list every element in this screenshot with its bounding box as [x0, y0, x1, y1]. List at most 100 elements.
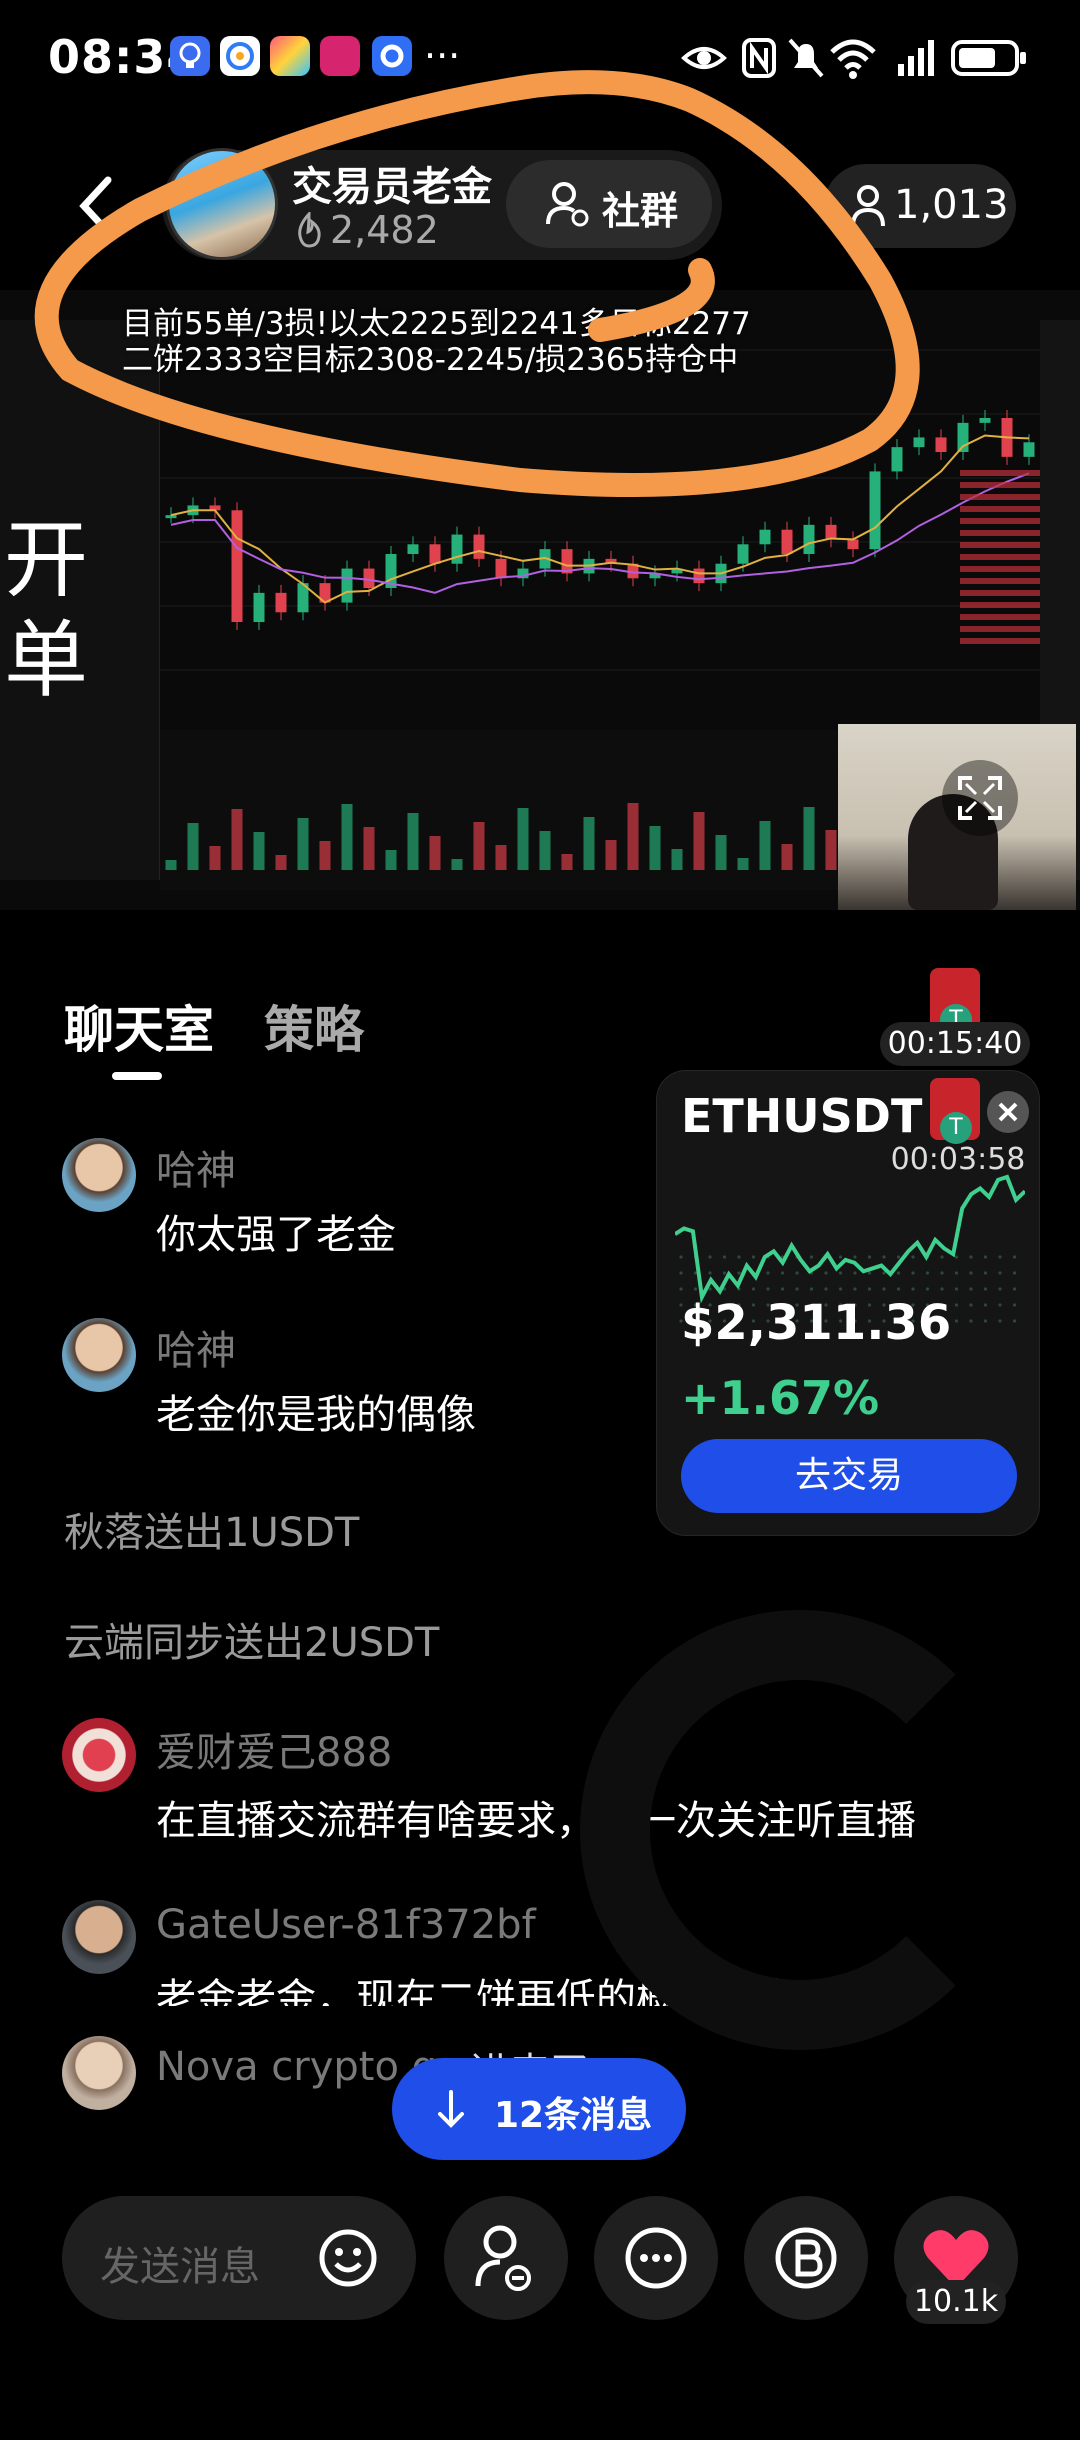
sparkline-dot: [708, 1271, 712, 1275]
sparkline-dot: [969, 1303, 973, 1307]
sparkline-dot: [1012, 1255, 1017, 1259]
volume-bar: [495, 845, 507, 870]
message-input[interactable]: 发送消息: [62, 2196, 416, 2320]
sparkline-dot: [998, 1287, 1002, 1291]
sparkline-dot: [722, 1255, 727, 1259]
sparkline-dot: [896, 1271, 901, 1275]
sparkline-dot: [679, 1255, 683, 1259]
sparkline-dot: [983, 1319, 988, 1323]
like-count-badge: 10.1k: [906, 2280, 1006, 2324]
sparkline-dot: [693, 1287, 698, 1291]
gift-box-1[interactable]: T: [930, 968, 980, 1036]
chat-text: 老金你是我的偶像: [156, 1392, 476, 1438]
sparkline-dot: [983, 1255, 988, 1259]
sparkline-dot: [911, 1271, 915, 1275]
sparkline-dot: [722, 1271, 727, 1275]
emoji-icon[interactable]: [316, 2226, 380, 2290]
tab-strategy[interactable]: 策略: [264, 990, 364, 1062]
volume-bar: [649, 826, 661, 870]
avatar[interactable]: [62, 1318, 136, 1392]
sparkline-dot: [766, 1271, 770, 1275]
sparkline-dot: [882, 1255, 886, 1259]
volume-bar: [473, 822, 485, 870]
volume-bar: [583, 817, 595, 870]
sparkline-dot: [954, 1287, 959, 1291]
sparkline-dot: [998, 1271, 1002, 1275]
community-link-button[interactable]: [444, 2196, 568, 2320]
volume-bar: [759, 821, 771, 870]
sparkline-dot: [954, 1271, 959, 1275]
volume-bar: [187, 823, 199, 870]
arrow-down-icon: [438, 2090, 464, 2128]
avatar[interactable]: [62, 1718, 136, 1792]
sparkline-line: [675, 1174, 1025, 1304]
sparkline-dot: [1012, 1287, 1017, 1291]
sparkline-dot: [795, 1287, 799, 1291]
sparkline-dot: [838, 1271, 843, 1275]
sparkline-dot: [882, 1287, 886, 1291]
avatar[interactable]: [62, 1138, 136, 1212]
chat-user-name[interactable]: 哈神: [156, 1318, 236, 1376]
trade-button[interactable]: 去交易: [681, 1439, 1017, 1513]
sparkline-dot: [954, 1303, 959, 1307]
sparkline-dot: [983, 1287, 988, 1291]
volume-bar: [319, 841, 331, 870]
volume-bar: [539, 831, 551, 870]
avatar[interactable]: [62, 1900, 136, 1974]
volume-bar: [693, 812, 705, 870]
volume-bar: [671, 849, 683, 870]
user-link-icon: [475, 2225, 531, 2291]
fullscreen-icon: [958, 776, 1002, 820]
chat-user-name[interactable]: GateUser-81f372bf: [156, 1902, 536, 1948]
sparkline-dot: [737, 1271, 741, 1275]
volume-bar: [451, 859, 463, 870]
close-card-button[interactable]: [987, 1091, 1029, 1133]
sparkline-dot: [998, 1319, 1002, 1323]
sparkline-dot: [809, 1287, 814, 1291]
watermark-logo: [580, 1610, 1020, 2050]
sparkline-dot: [940, 1255, 944, 1259]
tab-chatroom[interactable]: 聊天室: [64, 990, 214, 1062]
new-messages-label: 12条消息: [494, 2095, 653, 2136]
sparkline-dot: [925, 1287, 930, 1291]
new-messages-button[interactable]: 12条消息: [392, 2058, 686, 2160]
chat-text: 你太强了老金: [156, 1212, 396, 1258]
sparkline-dot: [940, 1271, 944, 1275]
more-icon: [625, 2227, 687, 2289]
sparkline-dot: [911, 1287, 915, 1291]
sparkline-dot: [824, 1287, 828, 1291]
volume-bar: [363, 827, 375, 870]
sparkline-dot: [838, 1287, 843, 1291]
sparkline-dot: [751, 1287, 756, 1291]
sparkline-dot: [969, 1319, 973, 1323]
volume-bar: [165, 860, 177, 870]
sparkline-dot: [780, 1287, 785, 1291]
chat-user-name[interactable]: 爱财爱己888: [156, 1720, 392, 1778]
fullscreen-button[interactable]: [942, 760, 1018, 836]
volume-bar: [429, 836, 441, 870]
sparkline-dot: [867, 1271, 872, 1275]
avatar[interactable]: [62, 2036, 136, 2110]
sparkline-dot: [737, 1255, 741, 1259]
message-placeholder: 发送消息: [100, 2244, 260, 2290]
volume-bar: [385, 850, 397, 870]
sparkline-dot: [954, 1255, 959, 1259]
volume-bar: [803, 807, 815, 870]
bitcoin-button[interactable]: [744, 2196, 868, 2320]
gift-box-2[interactable]: T: [930, 1078, 980, 1144]
chat-user-name[interactable]: 哈神: [156, 1138, 236, 1196]
sparkline-dot: [824, 1271, 828, 1275]
sparkline-dot: [708, 1255, 712, 1259]
sparkline-dot: [751, 1255, 756, 1259]
timer-badge-2: 00:03:58: [890, 1142, 1026, 1177]
volume-bar: [781, 844, 793, 870]
sparkline-dot: [969, 1255, 973, 1259]
sparkline-dot: [679, 1271, 683, 1275]
more-button[interactable]: [594, 2196, 718, 2320]
sparkline-dot: [853, 1271, 857, 1275]
sparkline-dot: [911, 1255, 915, 1259]
volume-bar: [253, 832, 265, 870]
sparkline-dot: [1012, 1319, 1017, 1323]
sparkline-dot: [983, 1271, 988, 1275]
volume-bar: [605, 840, 617, 870]
